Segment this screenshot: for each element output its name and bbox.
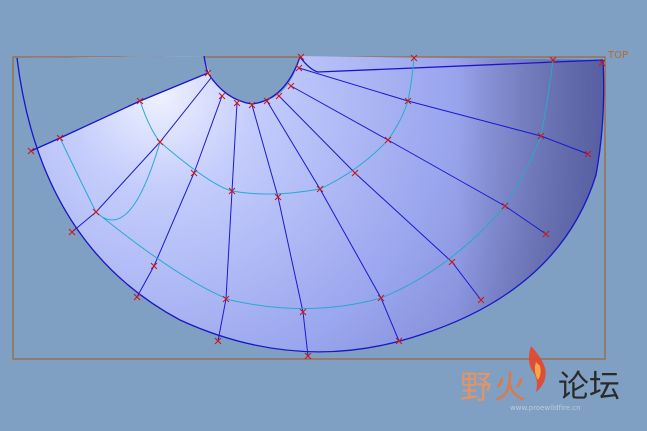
watermark-url: www.proewildfire.cn xyxy=(510,404,581,412)
watermark-char-ye: 野 xyxy=(460,368,492,406)
watermark-char-huo: 火 xyxy=(494,368,526,406)
watermark-forum: 论坛 xyxy=(558,369,620,405)
viewport-canvas[interactable]: TOP 野 火 论坛 www.proewildfire.cn xyxy=(0,0,647,431)
x-mark[interactable] xyxy=(133,293,141,301)
x-mark[interactable] xyxy=(68,228,76,236)
view-label-top: TOP xyxy=(607,50,628,61)
flame-icon xyxy=(528,346,546,392)
watermark: 野 火 论坛 www.proewildfire.cn xyxy=(460,346,620,412)
surface-model[interactable] xyxy=(17,56,604,352)
3d-viewport[interactable]: TOP 野 火 论坛 www.proewildfire.cn xyxy=(0,0,647,431)
